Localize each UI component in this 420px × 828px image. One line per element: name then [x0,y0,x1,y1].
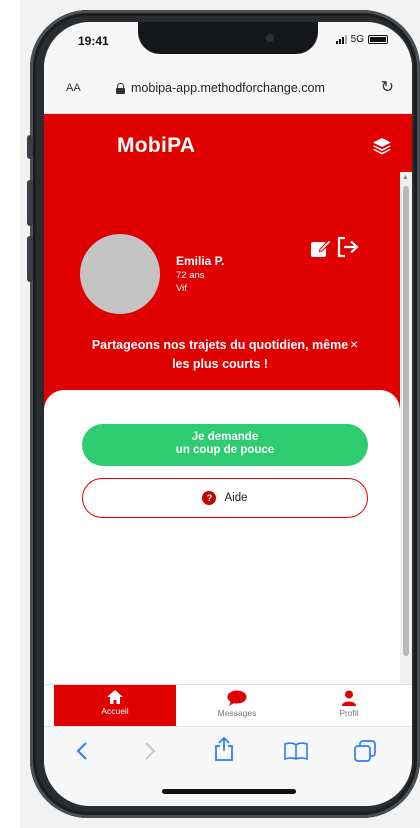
volume-down-button [27,236,33,282]
request-help-button[interactable]: Je demande un coup de pouce [82,424,368,466]
close-icon[interactable]: × [350,336,358,352]
user-age: 72 ans [176,270,205,281]
tab-home-label: Accueil [101,706,129,716]
left-background-edge [0,0,20,828]
tab-home[interactable]: Accueil [54,685,176,727]
url-field[interactable]: mobipa-app.methodforchange.com [116,81,325,95]
url-text: mobipa-app.methodforchange.com [131,81,325,95]
home-icon [107,690,123,704]
volume-up-button [27,180,33,226]
phone-screen: 19:41 5G AA mobipa-app.methodforchange.c… [44,22,412,806]
user-mood: Vif [176,283,187,294]
main-content-sheet: Je demande un coup de pouce ? Aide [44,390,400,684]
battery-icon [368,35,388,44]
tab-profile[interactable]: Profil [288,685,410,727]
safari-address-bar[interactable]: AA mobipa-app.methodforchange.com ↻ [44,66,412,114]
safari-toolbar [44,726,412,806]
reader-aa-button[interactable]: AA [66,82,81,94]
scrollbar-thumb[interactable] [403,186,409,656]
bookmarks-icon[interactable] [284,742,308,760]
user-info: Emilia P. 72 ans Vif [176,254,224,294]
tabs-icon[interactable] [354,740,376,762]
network-label: 5G [350,34,364,45]
edit-icon[interactable] [310,238,332,258]
banner-message: Partageons nos trajets du quotidien, mêm… [91,338,349,371]
status-time: 19:41 [78,34,109,48]
avatar[interactable] [80,234,160,314]
home-indicator [162,789,296,794]
forward-icon[interactable] [144,741,156,761]
notch [138,22,318,54]
tab-messages-label: Messages [217,708,257,718]
status-indicators: 5G [335,34,388,45]
reload-icon[interactable]: ↻ [381,77,394,97]
signal-icon [335,35,347,44]
camera-icon [266,34,274,42]
request-help-label-line2: un coup de pouce [175,444,275,457]
mute-switch [27,135,33,159]
back-icon[interactable] [76,741,88,761]
scroll-up-arrow[interactable]: ▲ [402,174,409,181]
bottom-tab-bar: Accueil Messages Profil [44,684,412,727]
user-name: Emilia P. [176,254,225,268]
person-icon [342,690,356,706]
share-icon[interactable] [214,737,234,761]
page-scrollbar[interactable]: ▲ ▼ [400,172,412,692]
chat-bubble-icon [227,690,247,706]
tab-profile-label: Profil [339,708,359,718]
app-header: MobiPA Emilia P. 72 ans Vif Partageons n… [44,114,412,414]
help-button-label: Aide [224,492,248,504]
question-icon: ? [202,491,217,505]
request-help-label-line1: Je demande [191,431,259,443]
lock-icon [116,82,125,94]
app-title: MobiPA [117,134,196,157]
logout-icon[interactable] [336,236,360,258]
layers-icon[interactable] [372,136,392,156]
help-button[interactable]: ? Aide [82,478,368,518]
tab-messages[interactable]: Messages [176,685,298,727]
